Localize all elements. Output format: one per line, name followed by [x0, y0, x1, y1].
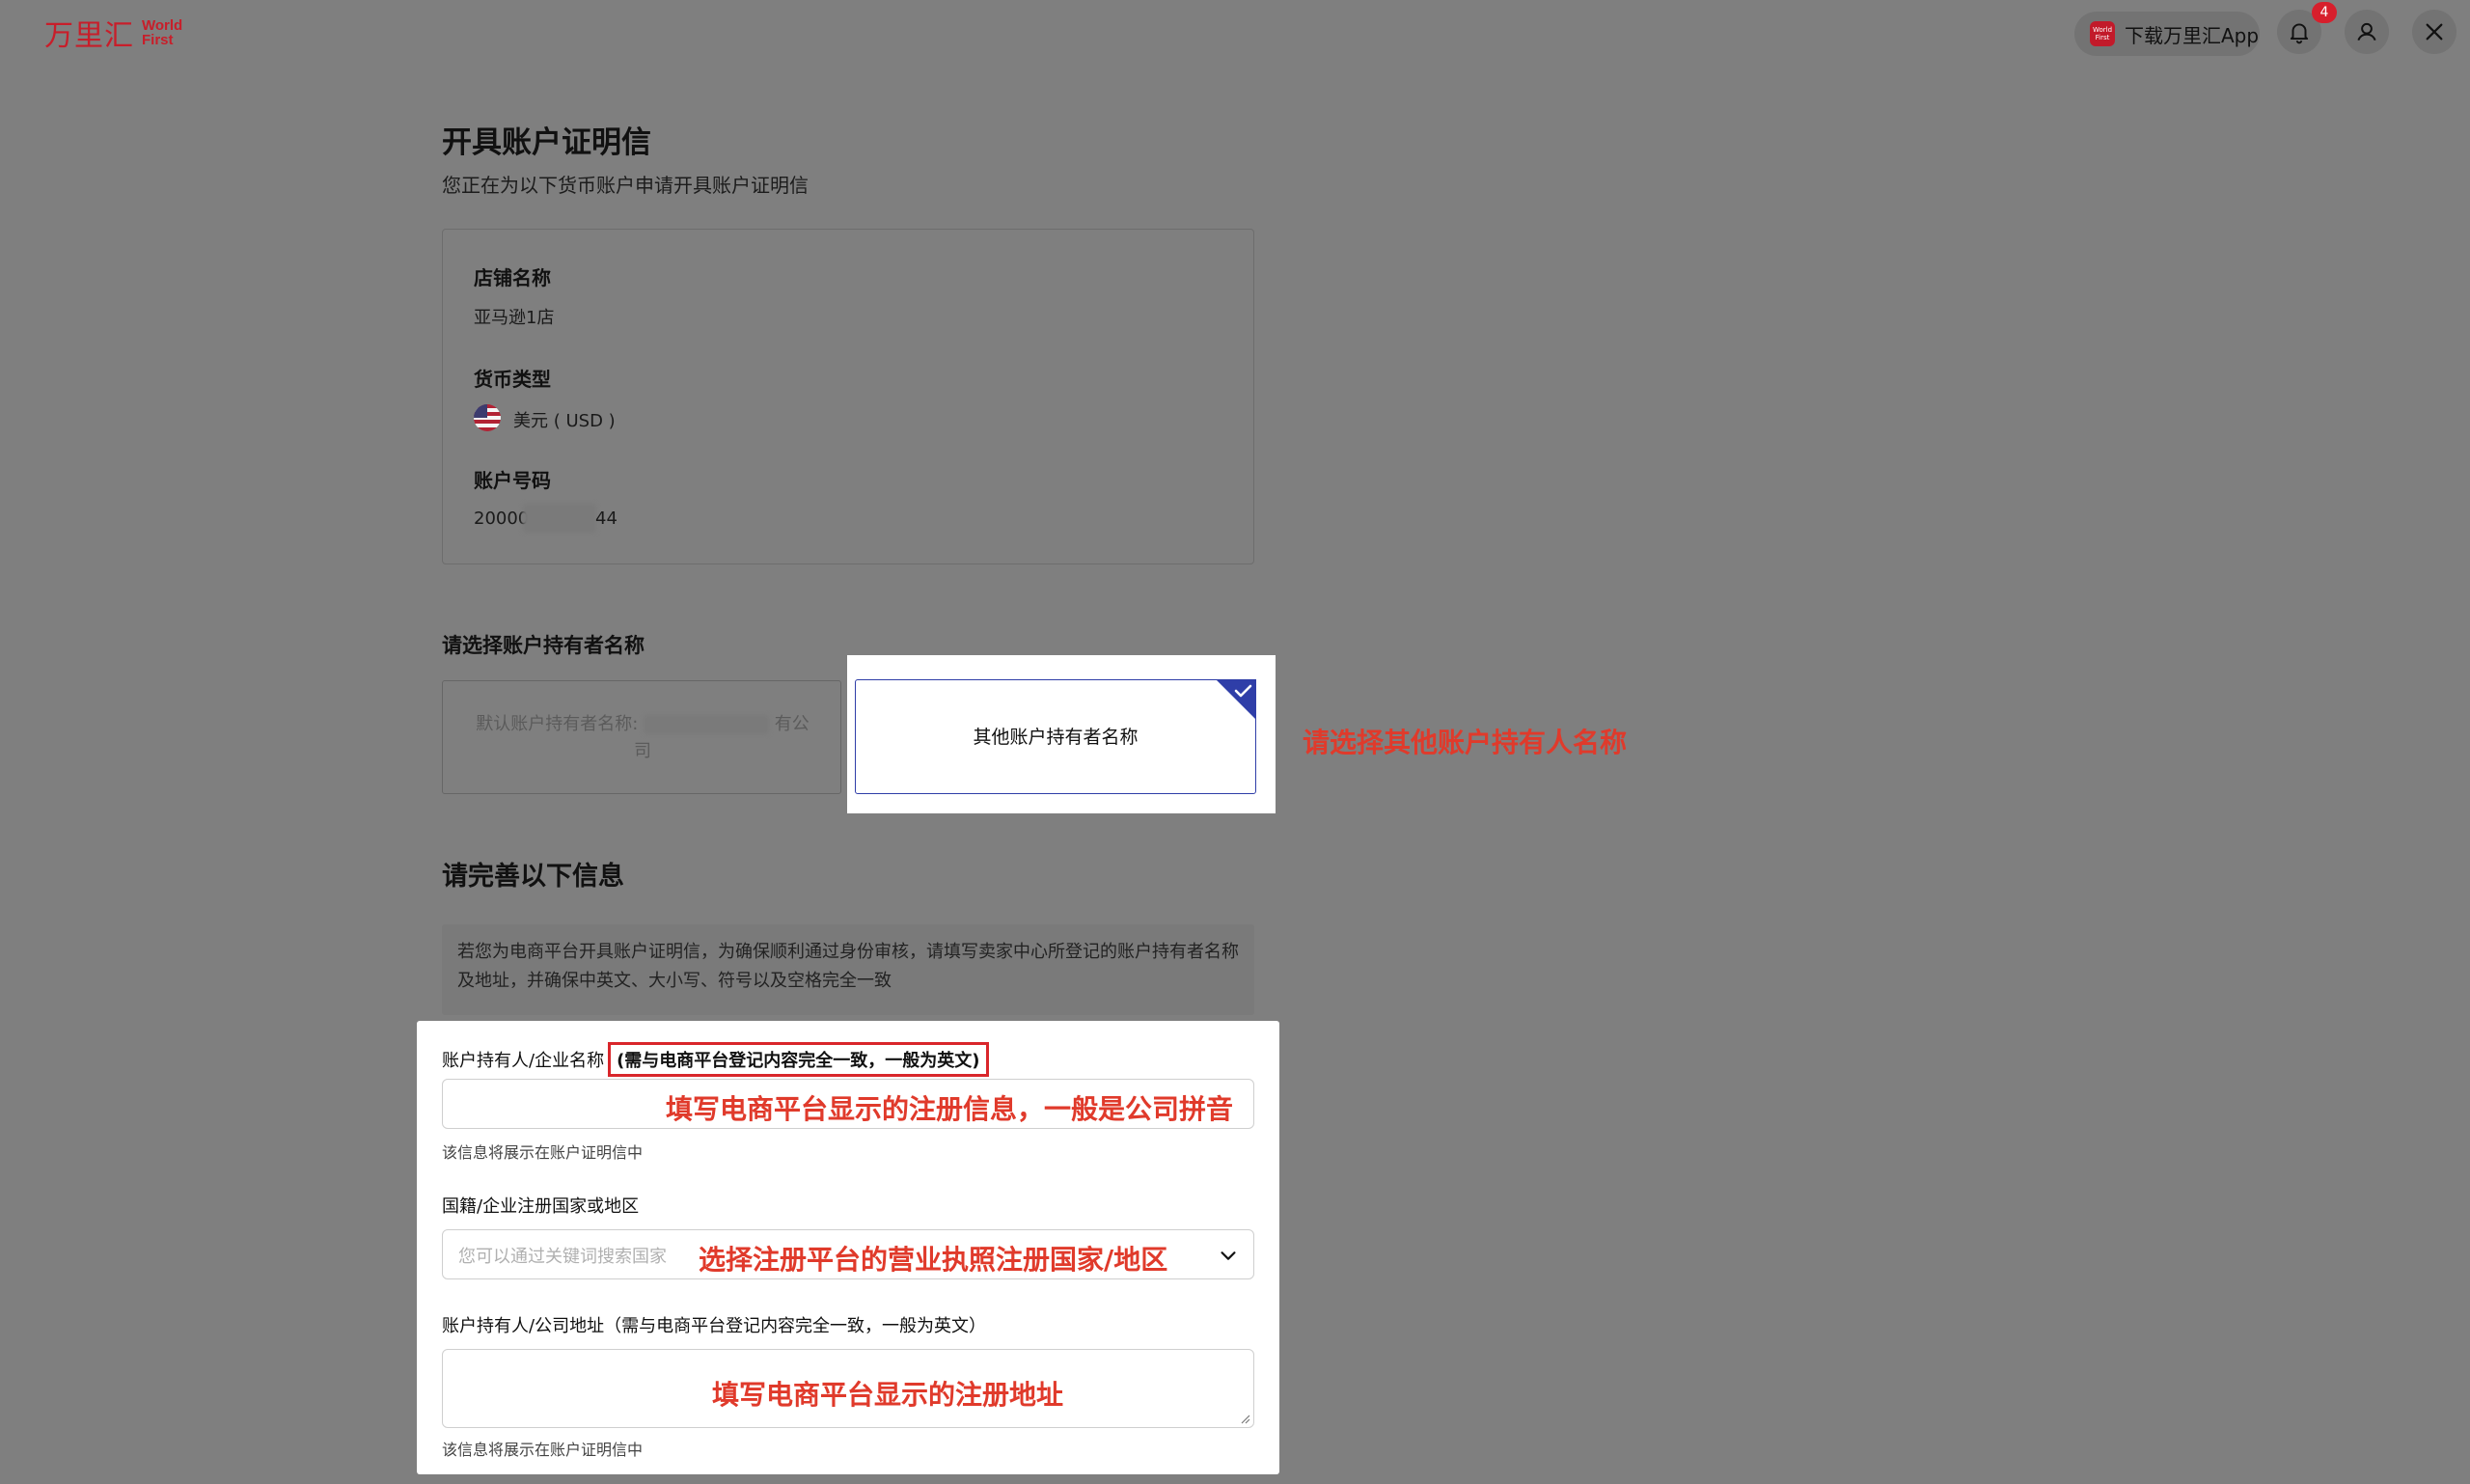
other-holder-option-label: 其他账户持有者名称 — [973, 727, 1139, 748]
download-app-label: 下载万里汇App — [2125, 23, 2260, 47]
logo-english-text: World First — [142, 18, 182, 47]
account-number-suffix: 44 — [595, 508, 618, 529]
account-number-prefix: 20000 — [474, 508, 530, 529]
page-subtitle: 您正在为以下货币账户申请开具账户证明信 — [442, 174, 809, 197]
bell-icon — [2290, 23, 2309, 44]
notification-count-badge: 4 — [2312, 2, 2337, 23]
country-placeholder: 您可以通过关键词搜索国家 — [458, 1247, 667, 1267]
holder-select-label: 请选择账户持有者名称 — [442, 634, 645, 657]
default-holder-line2: 司 — [634, 741, 651, 761]
holder-annotation: 请选择其他账户持有人名称 — [1303, 727, 1628, 758]
store-name-value: 亚马逊1店 — [474, 308, 555, 328]
worldfirst-app-icon: World First — [2090, 21, 2115, 46]
resize-handle-icon[interactable] — [1239, 1413, 1250, 1424]
account-number-label: 账户号码 — [474, 469, 551, 492]
holder-name-annotation: 填写电商平台显示的注册信息，一般是公司拼音 — [666, 1093, 1234, 1125]
default-holder-option-text: 默认账户持有者名称: 有公 司 — [467, 711, 818, 765]
selected-check-icon — [1216, 679, 1256, 720]
page-title: 开具账户证明信 — [442, 125, 651, 160]
country-label: 国籍/企业注册国家或地区 — [442, 1196, 640, 1217]
address-label: 账户持有人/公司地址（需与电商平台登记内容完全一致，一般为英文） — [442, 1316, 987, 1336]
user-profile-button[interactable] — [2345, 10, 2389, 54]
address-annotation: 填写电商平台显示的注册地址 — [712, 1379, 1064, 1411]
worldfirst-logo[interactable]: 万里汇 World First — [44, 14, 182, 53]
default-holder-redaction — [644, 715, 770, 734]
chevron-down-icon[interactable] — [1218, 1245, 1239, 1266]
close-button[interactable] — [2412, 10, 2456, 54]
form-notice: 若您为电商平台开具账户证明信，为确保顺利通过身份审核，请填写卖家中心所登记的账户… — [442, 924, 1254, 1015]
logo-en-line2: First — [142, 32, 174, 48]
default-holder-tail: 有公 — [774, 714, 810, 734]
holder-name-hint: 该信息将展示在账户证明信中 — [442, 1143, 644, 1162]
download-app-button[interactable]: World First 下载万里汇App — [2074, 12, 2260, 56]
country-annotation: 选择注册平台的营业执照注册国家/地区 — [699, 1244, 1168, 1276]
store-name-label: 店铺名称 — [474, 266, 551, 289]
holder-name-label-highlight: (需与电商平台登记内容完全一致，一般为英文) — [608, 1042, 989, 1077]
user-icon — [2357, 22, 2376, 41]
address-hint: 该信息将展示在账户证明信中 — [442, 1441, 644, 1459]
currency-type-label: 货币类型 — [474, 368, 551, 391]
close-icon — [2426, 23, 2443, 41]
holder-name-label-row: 账户持有人/企业名称 (需与电商平台登记内容完全一致，一般为英文) — [442, 1042, 989, 1077]
us-flag-icon — [474, 404, 501, 431]
account-number-redaction — [523, 504, 596, 533]
logo-chinese-text: 万里汇 — [44, 19, 134, 53]
form-section-title: 请完善以下信息 — [442, 862, 624, 892]
currency-type-value: 美元 ( USD ) — [513, 411, 616, 431]
default-holder-prefix: 默认账户持有者名称: — [476, 714, 639, 734]
holder-name-label: 账户持有人/企业名称 — [442, 1051, 605, 1071]
